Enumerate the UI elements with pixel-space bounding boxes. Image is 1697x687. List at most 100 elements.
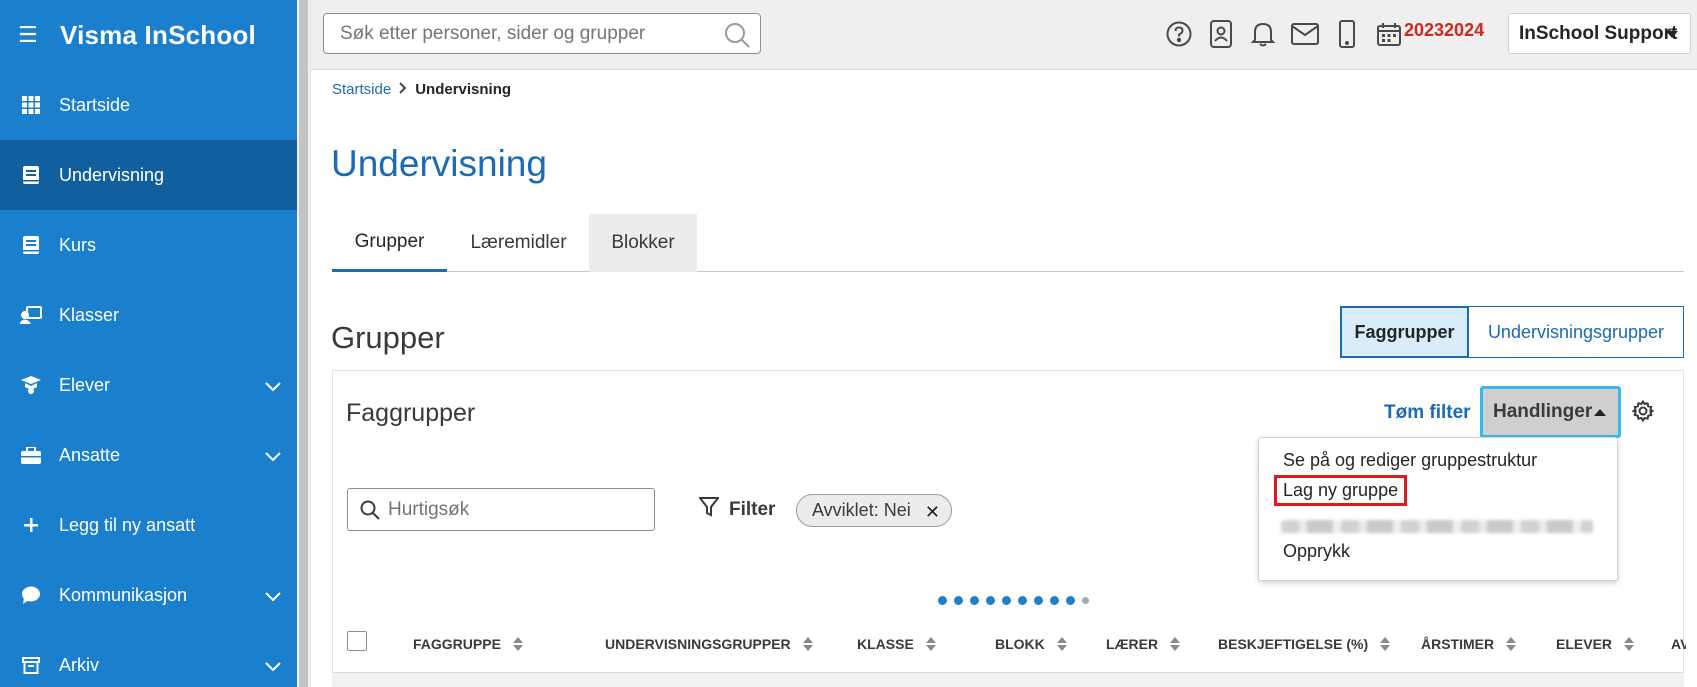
sidebar-item-kommunikasjon[interactable]: Kommunikasjon — [0, 560, 297, 630]
menu-item-edit-group-structure[interactable]: Se på og rediger gruppestruktur — [1283, 450, 1537, 471]
column-header-label: FAGGRUPPE — [413, 636, 501, 652]
column-header-label: UNDERVISNINGSGRUPPER — [605, 636, 791, 652]
chevron-down-icon[interactable] — [265, 656, 281, 677]
tab-blokker[interactable]: Blokker — [589, 214, 697, 272]
column-header-label: BLOKK — [995, 636, 1045, 652]
column-header-undervisningsgrupper[interactable]: UNDERVISNINGSGRUPPER — [605, 636, 813, 652]
top-bar: Søk etter personer, sider og grupper 202… — [311, 0, 1697, 70]
sidebar-item-ansatte[interactable]: Ansatte — [0, 420, 297, 490]
column-header-label: KLASSE — [857, 636, 914, 652]
calendar-icon[interactable] — [1374, 19, 1404, 49]
section-title: Grupper — [331, 320, 445, 355]
sidebar-item-undervisning[interactable]: Undervisning — [0, 140, 297, 210]
loading-dot — [1002, 596, 1011, 605]
column-header-klasse[interactable]: KLASSE — [857, 636, 936, 652]
table-row — [332, 672, 1684, 687]
mobile-icon[interactable] — [1332, 19, 1362, 49]
sort-icon — [512, 637, 523, 651]
loading-dot — [1034, 596, 1043, 605]
actions-dropdown-menu: Se på og rediger gruppestruktur Lag ny g… — [1258, 437, 1618, 581]
sidebar-item-label: Kurs — [59, 234, 97, 255]
sidebar-item-label: Klasser — [59, 304, 120, 325]
sidebar-item-kurs[interactable]: Kurs — [0, 210, 297, 280]
search-icon[interactable] — [724, 22, 750, 54]
chip-label: Avviklet: Nei — [812, 500, 911, 520]
sidebar-item-label: Undervisning — [59, 164, 165, 185]
tab-bar: Grupper Læremidler Blokker — [332, 214, 1684, 272]
loading-dot — [1082, 597, 1089, 604]
clear-filter-link[interactable]: Tøm filter — [1384, 402, 1471, 424]
sidebar-item-startside[interactable]: Startside — [0, 70, 297, 140]
column-header-truncated[interactable]: AV — [1671, 636, 1686, 652]
column-header-label: ÅRSTIMER — [1421, 636, 1495, 652]
toggle-undervisningsgrupper[interactable]: Undervisningsgrupper — [1469, 306, 1684, 358]
column-header-label: ELEVER — [1556, 636, 1613, 652]
scrollbar-thumb[interactable] — [299, 0, 308, 687]
column-header-beskjeftigelse[interactable]: BESKJEFTIGELSE (%) — [1218, 636, 1391, 652]
loading-dot — [986, 596, 995, 605]
sidebar-scrollbar[interactable] — [297, 0, 311, 687]
tab-laeremidler[interactable]: Læremidler — [447, 214, 590, 272]
actions-button[interactable]: Handlinger — [1480, 386, 1621, 438]
redacted-menu-item[interactable] — [1281, 520, 1593, 533]
filter-label: Filter — [729, 499, 776, 520]
column-header-elever[interactable]: ELEVER — [1556, 636, 1635, 652]
chat-bubble-icon — [20, 584, 42, 606]
loading-dot — [1066, 596, 1075, 605]
toggle-faggrupper[interactable]: Faggrupper — [1340, 306, 1469, 358]
sidebar-item-label: Startside — [59, 94, 131, 115]
filter-button[interactable]: Filter — [697, 497, 776, 523]
sort-icon — [802, 637, 813, 651]
select-all-checkbox[interactable] — [347, 631, 367, 651]
global-search-input[interactable]: Søk etter personer, sider og grupper — [323, 13, 761, 54]
contacts-icon[interactable] — [1206, 19, 1236, 49]
sidebar-item-klasser[interactable]: Klasser — [0, 280, 297, 350]
plus-icon — [20, 514, 42, 536]
help-icon[interactable] — [1164, 19, 1194, 49]
loading-dot — [954, 596, 963, 605]
mail-icon[interactable] — [1290, 19, 1320, 49]
menu-item-create-new-group[interactable]: Lag ny gruppe — [1273, 475, 1408, 506]
card-title: Faggrupper — [346, 399, 476, 427]
funnel-icon — [697, 497, 721, 523]
book-icon — [20, 164, 42, 186]
column-header-blokk[interactable]: BLOKK — [995, 636, 1067, 652]
hamburger-menu-icon[interactable]: ☰ — [18, 24, 42, 46]
breadcrumb-home-link[interactable]: Startside — [332, 81, 391, 98]
menu-item-opprykk[interactable]: Opprykk — [1283, 541, 1350, 562]
breadcrumb-current: Undervisning — [415, 81, 512, 98]
column-header-faggruppe[interactable]: FAGGRUPPE — [413, 636, 523, 652]
sidebar-item-label: Arkiv — [59, 654, 99, 675]
book-icon — [20, 234, 42, 256]
classroom-icon — [20, 304, 42, 326]
column-header-arstimer[interactable]: ÅRSTIMER — [1421, 636, 1517, 652]
caret-up-icon — [1594, 409, 1606, 416]
sidebar-item-label: Legg til ny ansatt — [59, 514, 196, 535]
caret-down-icon — [1666, 31, 1678, 38]
gear-icon[interactable] — [1631, 399, 1655, 427]
school-year[interactable]: 20232024 — [1404, 20, 1484, 41]
chevron-down-icon[interactable] — [265, 446, 281, 467]
sidebar: ☰ Visma InSchool Startside Undervisning … — [0, 0, 297, 687]
loading-dot — [970, 596, 979, 605]
sidebar-item-elever[interactable]: Elever — [0, 350, 297, 420]
chevron-down-icon[interactable] — [265, 586, 281, 607]
sidebar-item-legg-til-ny-ansatt[interactable]: Legg til ny ansatt — [0, 490, 297, 560]
app-title: Visma InSchool — [60, 19, 256, 50]
sidebar-item-label: Ansatte — [59, 444, 121, 465]
search-icon — [360, 500, 380, 526]
column-header-laerer[interactable]: LÆRER — [1106, 636, 1181, 652]
column-header-label: AV — [1671, 636, 1686, 652]
user-menu-button[interactable]: InSchool Support — [1508, 13, 1691, 54]
tab-grupper[interactable]: Grupper — [332, 214, 447, 272]
chevron-down-icon[interactable] — [265, 376, 281, 397]
loading-dot — [938, 596, 947, 605]
quick-search-input[interactable]: Hurtigsøk — [347, 488, 655, 531]
sidebar-item-arkiv[interactable]: Arkiv — [0, 630, 297, 687]
sort-icon — [1056, 637, 1067, 651]
close-icon[interactable]: ✕ — [925, 502, 940, 523]
sort-icon — [1170, 637, 1181, 651]
bell-icon[interactable] — [1248, 19, 1278, 49]
sidebar-item-label: Kommunikasjon — [59, 584, 188, 605]
sort-icon — [1624, 637, 1635, 651]
